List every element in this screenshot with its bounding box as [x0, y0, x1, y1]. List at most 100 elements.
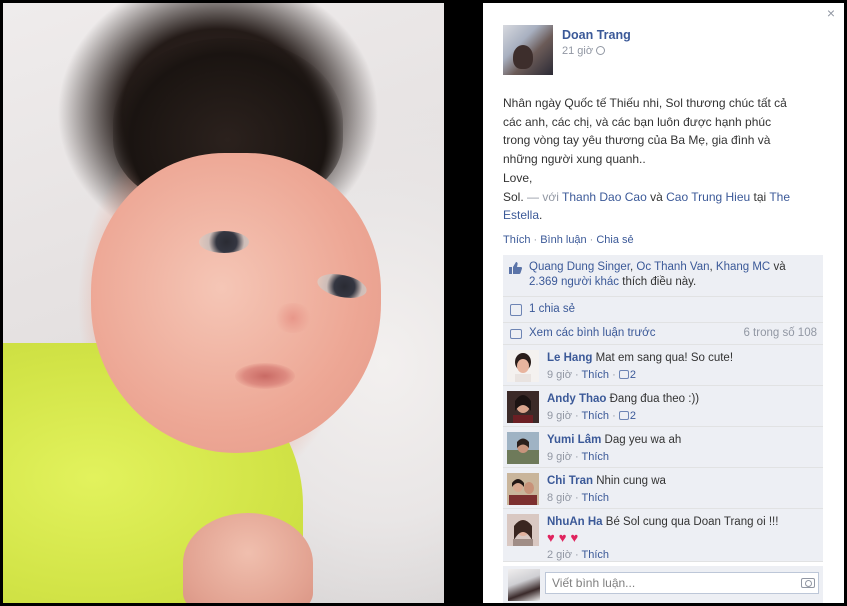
photo-mouth — [235, 363, 295, 389]
separator: · — [609, 410, 619, 422]
share-icon — [510, 304, 522, 316]
view-previous-comments-link[interactable]: Xem các bình luận trước — [529, 327, 655, 339]
comment-text: Mat em sang qua! So cute! — [595, 352, 734, 364]
separator: · — [571, 549, 582, 561]
comment-meta: 9 giờ · Thích · 2 — [547, 367, 819, 383]
comment-time[interactable]: 9 giờ — [547, 410, 572, 422]
comment-meta: 9 giờ · Thích · 2 — [547, 408, 819, 424]
comment-time[interactable]: 9 giờ — [547, 451, 572, 463]
others-link[interactable]: 2.369 người khác — [529, 276, 619, 288]
feedback-area: Quang Dung Singer, Oc Thanh Van, Khang M… — [503, 255, 823, 562]
commenter-avatar[interactable] — [507, 350, 539, 382]
post-time[interactable]: 21 giờ — [562, 45, 606, 57]
post-period: . — [539, 208, 543, 223]
photo-viewer: × Doan Trang 21 giờ Nhân ngày Quốc tế Th… — [0, 0, 847, 606]
tagged-user-link[interactable]: Thanh Dao Cao — [562, 190, 647, 204]
shares-label[interactable]: 1 chia sẻ — [529, 303, 575, 315]
post-time-label[interactable]: 21 giờ — [562, 45, 593, 57]
at-label: tại — [753, 189, 767, 204]
comment-like-link[interactable]: Thích — [582, 410, 610, 422]
comment: Le Hang Mat em sang qua! So cute! 9 giờ … — [503, 345, 823, 386]
comment-like-link[interactable]: Thích — [582, 369, 610, 381]
and-label: và — [650, 189, 663, 204]
commenter-name[interactable]: Yumi Lâm — [547, 434, 601, 446]
thumbs-up-icon — [509, 262, 522, 274]
comment-time[interactable]: 9 giờ — [547, 369, 572, 381]
author-avatar[interactable] — [503, 25, 553, 75]
photo[interactable] — [3, 3, 444, 603]
liker-link[interactable]: Oc Thanh Van — [636, 261, 709, 273]
camera-icon[interactable] — [801, 578, 815, 588]
comment-meta: 2 giờ · Thích — [547, 547, 819, 563]
share-link[interactable]: Chia sẻ — [596, 234, 633, 246]
comment: Yumi Lâm Dag yeu wa ah 9 giờ · Thích — [503, 427, 823, 468]
comment-like-link[interactable]: Thích — [582, 492, 610, 504]
side-panel: × Doan Trang 21 giờ Nhân ngày Quốc tế Th… — [483, 3, 844, 603]
photo-nose — [273, 303, 313, 333]
commenter-name[interactable]: NhuAn Ha — [547, 516, 603, 528]
comment-body: Yumi Lâm Dag yeu wa ah 9 giờ · Thích — [547, 432, 819, 465]
commenter-avatar[interactable] — [507, 391, 539, 423]
separator: · — [533, 234, 538, 246]
comment-icon — [510, 329, 522, 339]
comment-composer — [503, 566, 823, 603]
comment-text: Nhin cung wa — [596, 475, 666, 487]
place-link[interactable]: Estella — [503, 208, 539, 222]
like-link[interactable]: Thích — [503, 234, 531, 246]
comment-link[interactable]: Bình luận — [540, 234, 586, 246]
comment-like-link[interactable]: Thích — [582, 451, 610, 463]
post-actions: Thích · Bình luận · Chia sẻ — [503, 234, 634, 246]
commenter-name[interactable]: Chi Tran — [547, 475, 593, 487]
commenter-name[interactable]: Andy Thao — [547, 393, 606, 405]
comment-count: 6 trong số 108 — [743, 327, 817, 339]
post-signature: Sol. — [503, 189, 524, 204]
post-line: những người xung quanh.. — [503, 152, 646, 167]
viewer-avatar — [508, 569, 540, 601]
comment-body: Le Hang Mat em sang qua! So cute! 9 giờ … — [547, 350, 819, 383]
separator: · — [571, 410, 582, 422]
likes-and: và — [773, 261, 786, 273]
post-text: Nhân ngày Quốc tế Thiếu nhi, Sol thương … — [503, 94, 828, 225]
likes-summary: Quang Dung Singer, Oc Thanh Van, Khang M… — [503, 255, 823, 297]
comment-meta: 9 giờ · Thích — [547, 449, 819, 465]
commenter-avatar[interactable] — [507, 514, 539, 546]
commenter-avatar[interactable] — [507, 473, 539, 505]
post-tag-line: Sol. — với Thanh Dao Cao và Cao Trung Hi… — [503, 188, 828, 207]
commenter-name[interactable]: Le Hang — [547, 352, 592, 364]
comment-input[interactable] — [545, 572, 819, 594]
comment: NhuAn Ha Bé Sol cung qua Doan Trang oi !… — [503, 509, 823, 562]
comment: Chi Tran Nhin cung wa 8 giờ · Thích — [503, 468, 823, 509]
separator: · — [571, 451, 582, 463]
globe-icon[interactable] — [596, 46, 606, 55]
with-label: — với — [527, 189, 559, 204]
previous-comments: Xem các bình luận trước 6 trong số 108 — [503, 323, 823, 345]
shares-summary[interactable]: 1 chia sẻ — [503, 297, 823, 323]
separator: · — [609, 369, 619, 381]
liker-link[interactable]: Quang Dung Singer — [529, 261, 630, 273]
comment-body: Andy Thao Đang đua theo :)) 9 giờ · Thíc… — [547, 391, 819, 424]
comment-body: Chi Tran Nhin cung wa 8 giờ · Thích — [547, 473, 819, 506]
comment-time[interactable]: 2 giờ — [547, 549, 572, 561]
comment-text: Dag yeu wa ah — [604, 434, 682, 446]
comment-meta: 8 giờ · Thích — [547, 490, 819, 506]
commenter-avatar[interactable] — [507, 432, 539, 464]
tagged-user-link[interactable]: Cao Trung Hieu — [666, 190, 750, 204]
comment-like-link[interactable]: Thích — [582, 549, 610, 561]
liker-link[interactable]: Khang MC — [716, 261, 770, 273]
comment-like-count[interactable]: 2 — [618, 410, 636, 422]
comment-body: NhuAn Ha Bé Sol cung qua Doan Trang oi !… — [547, 514, 819, 563]
photo-hand — [183, 513, 313, 603]
comment-time[interactable]: 8 giờ — [547, 492, 572, 504]
post-line: các anh, các chị, và các bạn luôn được h… — [503, 114, 772, 129]
post-line: Love, — [503, 170, 533, 185]
author-name[interactable]: Doan Trang — [562, 28, 631, 42]
photo-eye-left — [199, 231, 249, 253]
separator: · — [571, 369, 582, 381]
post-line: trong vòng tay yêu thương của Ba Mẹ, gia… — [503, 133, 771, 148]
close-icon[interactable]: × — [824, 6, 838, 20]
post-line: Nhân ngày Quốc tế Thiếu nhi, Sol thương … — [503, 96, 787, 110]
post-tag-line: Estella. — [503, 206, 828, 225]
comment-like-count[interactable]: 2 — [618, 369, 636, 381]
place-link[interactable]: The — [769, 190, 790, 204]
comment-text: Đang đua theo :)) — [609, 393, 700, 405]
